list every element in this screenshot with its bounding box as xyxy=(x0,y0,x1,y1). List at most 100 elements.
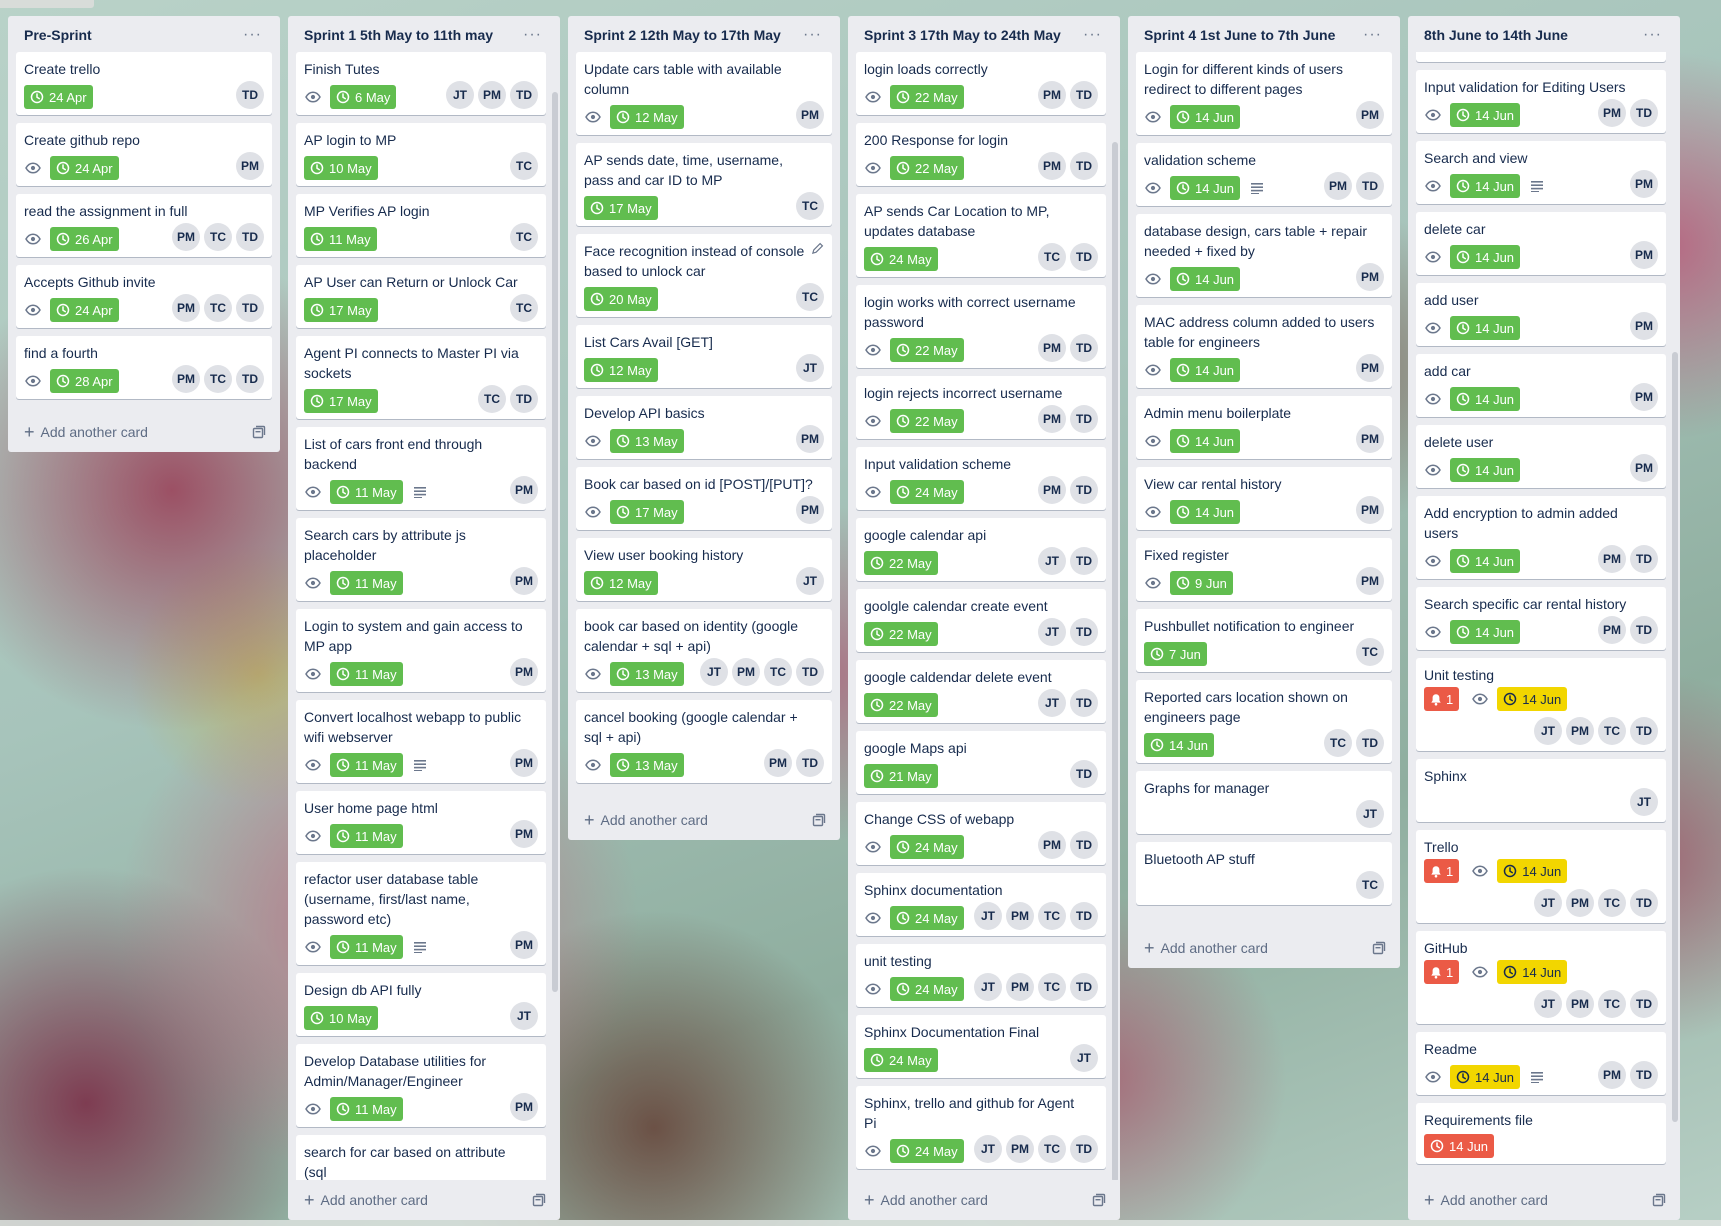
due-date-badge[interactable]: 11 May xyxy=(330,1097,403,1121)
due-date-badge[interactable]: 24 May xyxy=(864,247,938,271)
card[interactable]: View car rental history 14 Jun PM xyxy=(1136,467,1392,530)
avatar[interactable]: TC xyxy=(1356,871,1384,899)
list-menu-button[interactable]: ··· xyxy=(799,26,826,44)
card[interactable]: Finish Tutes 6 May JT PM TD xyxy=(296,52,546,115)
due-date-badge[interactable]: 24 May xyxy=(890,835,964,859)
list-title[interactable]: 8th June to 14th June xyxy=(1424,27,1568,43)
card[interactable]: Book car based on id [POST]/[PUT]? 17 May… xyxy=(576,467,832,530)
due-date-badge[interactable]: 22 May xyxy=(864,693,938,717)
pencil-icon[interactable] xyxy=(811,242,824,258)
avatar[interactable]: TC xyxy=(1598,889,1626,917)
card-template-icon[interactable] xyxy=(1372,941,1386,955)
due-date-badge[interactable]: 13 May xyxy=(610,753,684,777)
add-card-button[interactable]: + Add another card xyxy=(848,1180,1120,1220)
card[interactable]: Unit testing 1 14 Jun JT PM TC TD xyxy=(1416,658,1666,751)
list-title[interactable]: Sprint 3 17th May to 24th May xyxy=(864,27,1061,43)
avatar[interactable]: TC xyxy=(510,152,538,180)
due-date-badge[interactable]: 14 Jun xyxy=(1450,245,1521,269)
due-date-badge[interactable]: 21 May xyxy=(864,764,938,788)
avatar[interactable]: TD xyxy=(1356,729,1384,757)
due-date-badge[interactable]: 22 May xyxy=(864,622,938,646)
add-card-button[interactable]: + Add another card xyxy=(568,800,840,840)
card[interactable]: google calendar api 22 May JT TD xyxy=(856,518,1106,581)
card[interactable]: google Maps api 21 May TD xyxy=(856,731,1106,794)
due-date-badge[interactable]: 24 Apr xyxy=(50,156,119,180)
avatar[interactable]: JT xyxy=(974,973,1002,1001)
avatar[interactable]: PM xyxy=(172,223,200,251)
avatar[interactable]: TC xyxy=(478,385,506,413)
card[interactable]: Search cars by attribute js placeholder 1… xyxy=(296,518,546,601)
card-template-icon[interactable] xyxy=(1092,1193,1106,1207)
avatar[interactable]: TD xyxy=(1356,172,1384,200)
due-date-badge[interactable]: 24 May xyxy=(890,480,964,504)
card[interactable]: Sphinx Documentation Final 24 May JT xyxy=(856,1015,1106,1078)
avatar[interactable]: PM xyxy=(1356,425,1384,453)
add-card-button[interactable]: + Add another card xyxy=(1128,928,1400,968)
card[interactable]: Graphs for manager JT xyxy=(1136,771,1392,834)
card[interactable]: find a fourth 28 Apr PM TC TD xyxy=(16,336,272,399)
avatar[interactable]: TD xyxy=(1630,889,1658,917)
card[interactable]: delete user 14 Jun PM xyxy=(1416,425,1666,488)
avatar[interactable]: PM xyxy=(1598,545,1626,573)
avatar[interactable]: PM xyxy=(796,425,824,453)
card[interactable]: Search and view 14 Jun PM xyxy=(1416,141,1666,204)
card[interactable]: 200 Response for login 22 May PM TD xyxy=(856,123,1106,186)
avatar[interactable]: PM xyxy=(1038,405,1066,433)
due-date-badge[interactable]: 14 Jun xyxy=(1450,174,1521,198)
card[interactable]: Sphinx, trello and github for Agent Pi 24… xyxy=(856,1086,1106,1169)
add-card-button[interactable]: + Add another card xyxy=(288,1180,560,1220)
avatar[interactable]: PM xyxy=(1038,334,1066,362)
card[interactable]: MP Verifies AP login 11 May TC xyxy=(296,194,546,257)
due-date-badge[interactable]: 14 Jun xyxy=(1450,549,1521,573)
due-date-badge[interactable]: 24 May xyxy=(890,977,964,1001)
card[interactable]: delete car 14 Jun PM xyxy=(1416,212,1666,275)
card[interactable]: add user 14 Jun PM xyxy=(1416,283,1666,346)
avatar[interactable]: TD xyxy=(1070,618,1098,646)
list-menu-button[interactable]: ··· xyxy=(519,26,546,44)
avatar[interactable]: JT xyxy=(1038,689,1066,717)
avatar[interactable]: TC xyxy=(1038,902,1066,930)
card[interactable]: Login for different kinds of users redir… xyxy=(1136,52,1392,135)
card[interactable]: database design, cars table + repair nee… xyxy=(1136,214,1392,297)
avatar[interactable]: PM xyxy=(510,567,538,595)
card-template-icon[interactable] xyxy=(1652,1193,1666,1207)
avatar[interactable]: TD xyxy=(1070,81,1098,109)
card[interactable]: login works with correct username passwo… xyxy=(856,285,1106,368)
avatar[interactable]: TC xyxy=(1598,990,1626,1018)
card[interactable]: AP User can Return or Unlock Car 17 May TC xyxy=(296,265,546,328)
due-date-badge[interactable]: 14 Jun xyxy=(1450,316,1521,340)
card[interactable]: goolgle calendar create event 22 May JT TD xyxy=(856,589,1106,652)
avatar[interactable]: JT xyxy=(510,1002,538,1030)
avatar[interactable]: JT xyxy=(974,1135,1002,1163)
card[interactable]: google caldendar delete event 22 May JT TD xyxy=(856,660,1106,723)
due-date-badge[interactable]: 24 May xyxy=(890,1139,964,1163)
card[interactable]: AP sends Car Location to MP, updates dat… xyxy=(856,194,1106,277)
card[interactable]: book car based on identity (google calen… xyxy=(576,609,832,692)
avatar[interactable]: TC xyxy=(510,294,538,322)
avatar[interactable]: TD xyxy=(1070,902,1098,930)
avatar[interactable]: PM xyxy=(1566,990,1594,1018)
due-date-badge[interactable]: 17 May xyxy=(304,389,378,413)
due-date-badge[interactable]: 14 Jun xyxy=(1450,103,1521,127)
card[interactable]: Sphinx JT xyxy=(1416,759,1666,822)
card-template-icon[interactable] xyxy=(532,1193,546,1207)
avatar[interactable]: JT xyxy=(974,902,1002,930)
avatar[interactable]: PM xyxy=(1324,172,1352,200)
avatar[interactable]: JT xyxy=(1356,800,1384,828)
avatar[interactable]: TC xyxy=(796,192,824,220)
card[interactable]: Input validation for Editing Users 14 Jun… xyxy=(1416,70,1666,133)
avatar[interactable]: PM xyxy=(1038,831,1066,859)
avatar[interactable]: TD xyxy=(236,294,264,322)
due-date-badge[interactable]: 11 May xyxy=(330,824,403,848)
avatar[interactable]: TD xyxy=(796,749,824,777)
avatar[interactable]: PM xyxy=(1038,81,1066,109)
card[interactable]: MAC address column added to users table … xyxy=(1136,305,1392,388)
due-date-badge[interactable]: 13 May xyxy=(610,429,684,453)
card-template-icon[interactable] xyxy=(812,813,826,827)
due-date-badge[interactable]: 22 May xyxy=(864,551,938,575)
card[interactable]: Change CSS of webapp 24 May PM TD xyxy=(856,802,1106,865)
avatar[interactable]: JT xyxy=(796,567,824,595)
card[interactable]: Develop API basics 13 May PM xyxy=(576,396,832,459)
card[interactable]: refactor user database table (username, … xyxy=(296,862,546,965)
due-date-badge[interactable]: 12 May xyxy=(610,105,684,129)
